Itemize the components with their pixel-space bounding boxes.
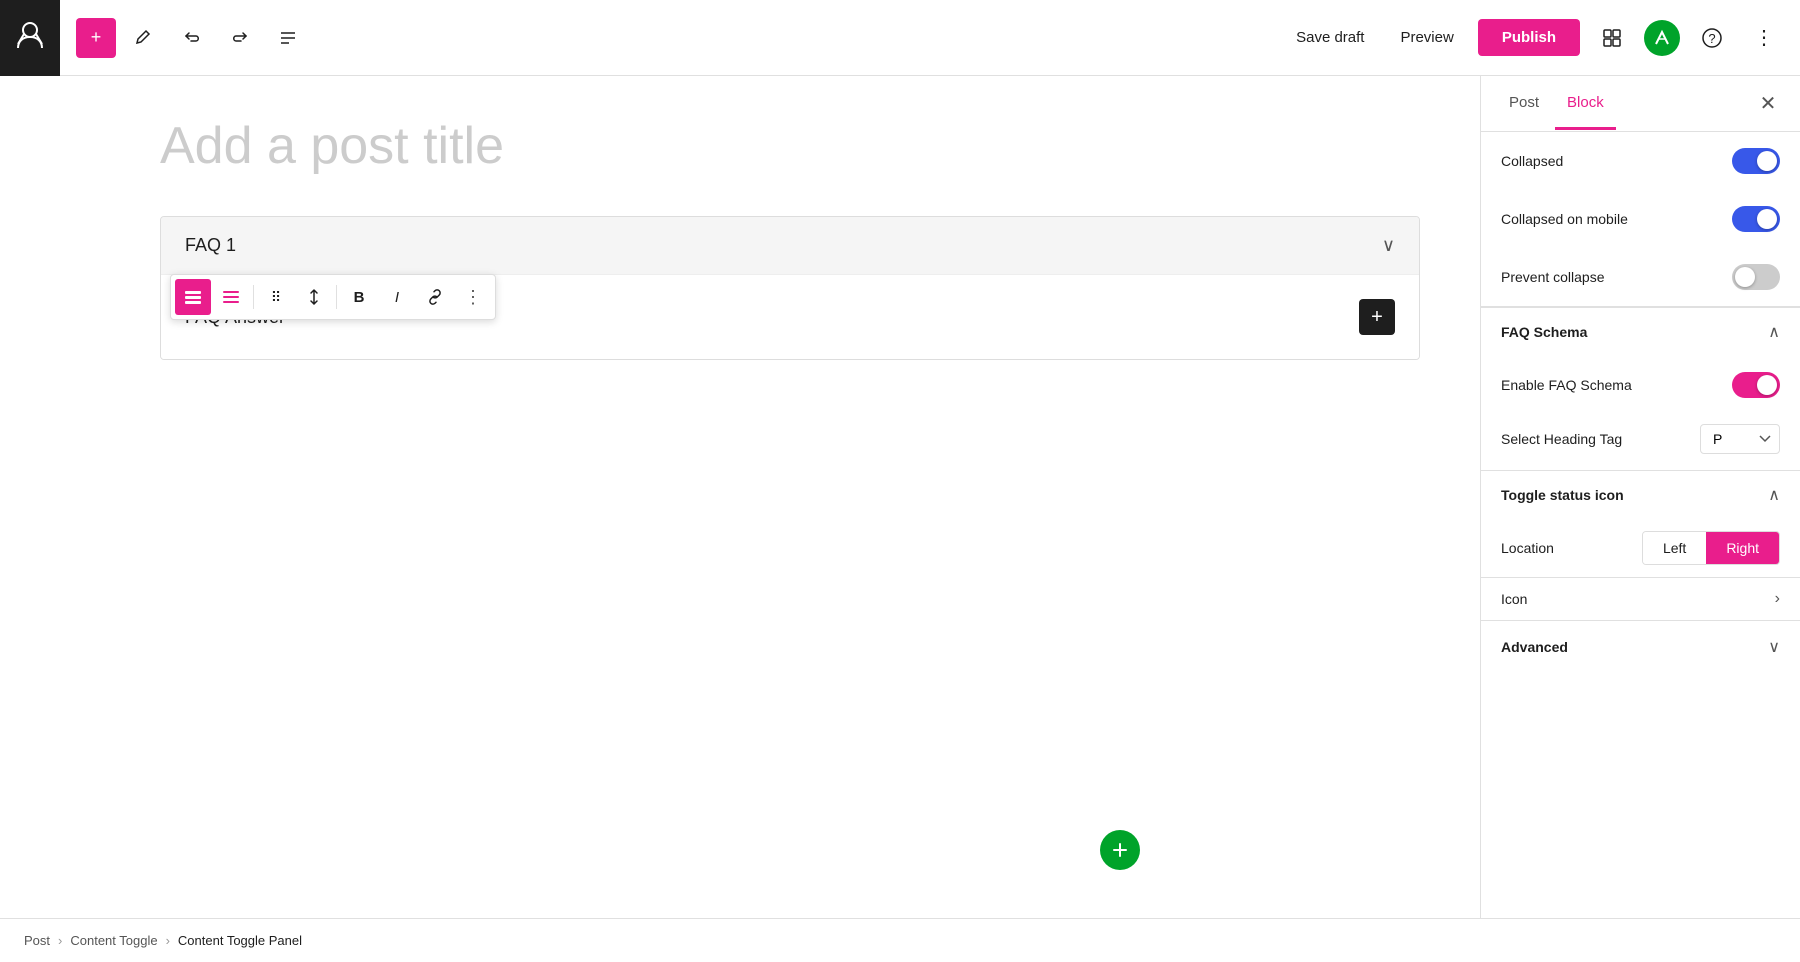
toggle-status-chevron: ∧ <box>1768 485 1780 505</box>
location-left-button[interactable]: Left <box>1643 532 1706 564</box>
location-right-button[interactable]: Right <box>1706 532 1779 564</box>
prevent-collapse-label: Prevent collapse <box>1501 269 1605 285</box>
select-heading-tag-label: Select Heading Tag <box>1501 431 1622 447</box>
sidebar-content: Collapsed Collapsed on mobile Prev <box>1481 132 1800 918</box>
drag-handle[interactable]: ⠿ <box>258 279 294 315</box>
main-toolbar: + Save draft Preview Publish ? ⋮ <box>0 0 1800 76</box>
help-button[interactable]: ? <box>1692 18 1732 58</box>
heading-tag-select[interactable]: P H1 H2 H3 H4 H5 H6 <box>1700 424 1780 454</box>
svg-text:?: ? <box>1708 31 1715 46</box>
tab-post[interactable]: Post <box>1497 78 1551 130</box>
preview-button[interactable]: Preview <box>1388 21 1465 54</box>
faq-question-row[interactable]: FAQ 1 ∨ <box>161 217 1419 274</box>
select-heading-tag-row: Select Heading Tag P H1 H2 H3 H4 H5 H6 <box>1481 414 1800 470</box>
redo-button[interactable] <box>220 18 260 58</box>
block-type-button-active[interactable] <box>175 279 211 315</box>
performance-icon[interactable] <box>1644 20 1680 56</box>
faq-question-text: FAQ 1 <box>185 235 236 256</box>
faq-schema-chevron: ∧ <box>1768 322 1780 342</box>
advanced-label: Advanced <box>1501 639 1568 655</box>
advanced-chevron: ∨ <box>1768 637 1780 657</box>
publish-button[interactable]: Publish <box>1478 19 1580 56</box>
toggle-status-icon-label: Toggle status icon <box>1501 487 1624 503</box>
breadcrumb-sep-1: › <box>58 933 62 948</box>
undo-button[interactable] <box>172 18 212 58</box>
add-block-button[interactable]: + <box>76 18 116 58</box>
editor-area: Add a post title ⠿ B I ⋮ FAQ <box>0 76 1480 918</box>
link-button[interactable] <box>417 279 453 315</box>
collapsed-toggle-row: Collapsed <box>1481 132 1800 190</box>
enable-faq-schema-toggle-row: Enable FAQ Schema <box>1481 356 1800 414</box>
faq-add-button[interactable]: + <box>1359 299 1395 335</box>
document-overview-button[interactable] <box>268 18 308 58</box>
breadcrumb-sep-2: › <box>166 933 170 948</box>
move-up-down[interactable] <box>296 279 332 315</box>
icon-label: Icon <box>1501 591 1527 607</box>
icon-row-chevron: › <box>1775 590 1780 608</box>
sidebar-tabs: Post Block ✕ <box>1481 76 1800 132</box>
save-draft-button[interactable]: Save draft <box>1284 21 1376 54</box>
enable-faq-schema-label: Enable FAQ Schema <box>1501 377 1632 393</box>
collapsed-on-mobile-toggle-row: Collapsed on mobile <box>1481 190 1800 248</box>
collapsed-toggle[interactable] <box>1732 148 1780 174</box>
location-buttons: Left Right <box>1642 531 1780 565</box>
breadcrumb-current: Content Toggle Panel <box>178 933 302 948</box>
location-label: Location <box>1501 540 1554 556</box>
view-button[interactable] <box>1592 18 1632 58</box>
collapsed-label: Collapsed <box>1501 153 1563 169</box>
site-logo[interactable] <box>0 0 60 76</box>
italic-button[interactable]: I <box>379 279 415 315</box>
more-block-options[interactable]: ⋮ <box>455 279 491 315</box>
prevent-collapse-toggle-row: Prevent collapse <box>1481 248 1800 307</box>
faq-schema-section-header[interactable]: FAQ Schema ∧ <box>1481 307 1800 356</box>
tab-block[interactable]: Block <box>1555 78 1616 130</box>
prevent-collapse-toggle[interactable] <box>1732 264 1780 290</box>
collapsed-on-mobile-label: Collapsed on mobile <box>1501 211 1628 227</box>
faq-expand-chevron[interactable]: ∨ <box>1382 235 1395 256</box>
main-layout: Add a post title ⠿ B I ⋮ FAQ <box>0 76 1800 918</box>
block-type-button[interactable] <box>213 279 249 315</box>
post-title-placeholder[interactable]: Add a post title <box>160 116 1420 176</box>
breadcrumb: Post › Content Toggle › Content Toggle P… <box>0 918 1800 962</box>
block-toolbar: ⠿ B I ⋮ <box>170 274 496 320</box>
collapsed-on-mobile-toggle[interactable] <box>1732 206 1780 232</box>
faq-schema-section-label: FAQ Schema <box>1501 324 1587 340</box>
breadcrumb-content-toggle[interactable]: Content Toggle <box>70 933 157 948</box>
breadcrumb-post[interactable]: Post <box>24 933 50 948</box>
enable-faq-schema-toggle[interactable] <box>1732 372 1780 398</box>
bold-button[interactable]: B <box>341 279 377 315</box>
icon-row[interactable]: Icon › <box>1481 577 1800 620</box>
sidebar-close-button[interactable]: ✕ <box>1752 88 1784 120</box>
right-sidebar: Post Block ✕ Collapsed Collapsed on mobi… <box>1480 76 1800 918</box>
advanced-section[interactable]: Advanced ∨ <box>1481 620 1800 673</box>
toggle-status-icon-section-header[interactable]: Toggle status icon ∧ <box>1481 470 1800 519</box>
add-faq-block-button[interactable] <box>1100 830 1140 870</box>
edit-button[interactable] <box>124 18 164 58</box>
more-options-button[interactable]: ⋮ <box>1744 18 1784 58</box>
location-row: Location Left Right <box>1481 519 1800 577</box>
